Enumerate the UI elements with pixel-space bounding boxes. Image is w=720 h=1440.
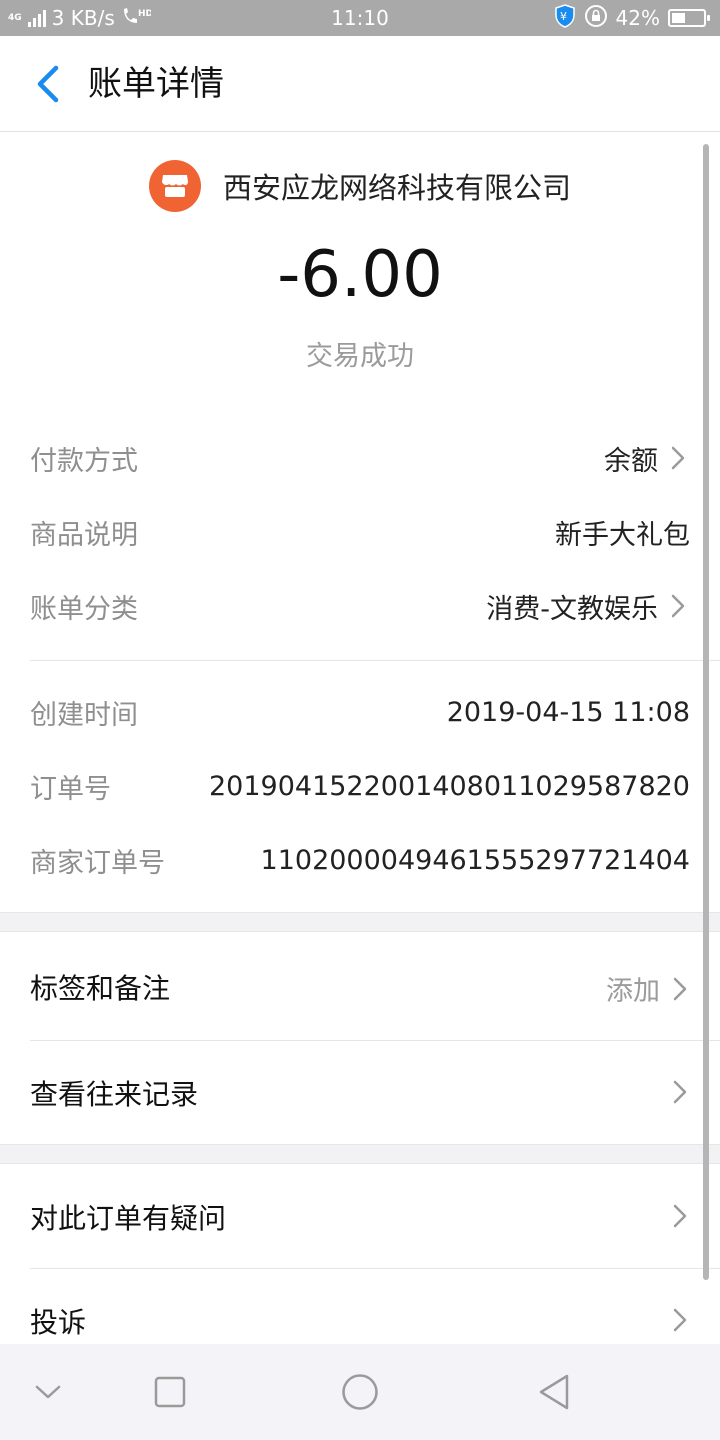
nav-home-button[interactable] xyxy=(338,1370,382,1414)
status-right: ¥ 42% xyxy=(554,0,710,36)
chevron-right-icon xyxy=(673,1308,687,1332)
app-header: 账单详情 xyxy=(0,36,720,132)
recent-apps-icon xyxy=(154,1376,186,1408)
status-bar: 4G 3 KB/s HD 11:10 ¥ 42% xyxy=(0,0,720,36)
trade-status: 交易成功 xyxy=(306,341,414,372)
complaint-label: 投诉 xyxy=(30,1306,87,1339)
section-gap xyxy=(0,912,720,932)
created-time-label: 创建时间 xyxy=(30,699,138,731)
network-speed: 3 KB/s xyxy=(51,6,115,30)
nav-collapse-button[interactable] xyxy=(26,1370,70,1414)
merchant-order-label: 商家订单号 xyxy=(30,847,165,879)
history-label: 查看往来记录 xyxy=(30,1078,199,1111)
history-row[interactable]: 查看往来记录 xyxy=(0,1041,720,1144)
home-icon xyxy=(342,1374,378,1410)
nav-back-button[interactable] xyxy=(532,1370,576,1414)
product-desc-value: 新手大礼包 xyxy=(555,519,690,551)
payment-method-row[interactable]: 付款方式 余额 xyxy=(30,438,690,478)
tags-notes-label: 标签和备注 xyxy=(30,972,171,1005)
order-number-label: 订单号 xyxy=(30,773,111,805)
nav-recents-button[interactable] xyxy=(148,1370,192,1414)
back-button[interactable] xyxy=(22,58,74,110)
page-title: 账单详情 xyxy=(88,64,224,104)
chevron-right-icon xyxy=(673,1080,687,1104)
signal-icon xyxy=(27,9,46,27)
chevron-down-icon xyxy=(35,1385,61,1399)
chevron-right-icon xyxy=(673,977,687,1000)
phone-hd-icon: HD xyxy=(121,6,153,31)
payment-method-value: 余额 xyxy=(604,445,658,477)
shield-yuan-icon: ¥ xyxy=(554,3,576,33)
svg-text:¥: ¥ xyxy=(560,10,567,23)
product-desc-row: 商品说明 新手大礼包 xyxy=(30,512,690,552)
bill-amount: -6.00 xyxy=(277,238,443,312)
scrollbar[interactable] xyxy=(703,144,709,1280)
product-desc-label: 商品说明 xyxy=(30,519,138,551)
chevron-right-icon xyxy=(671,446,685,470)
created-time-value: 2019-04-15 11:08 xyxy=(446,696,690,728)
status-left: 4G 3 KB/s HD xyxy=(8,0,153,36)
chevron-right-icon xyxy=(673,1204,687,1228)
tags-add-value: 添加 xyxy=(606,976,660,1007)
network-type: 4G xyxy=(8,12,22,23)
merchant-info: 西安应龙网络科技有限公司 xyxy=(0,160,720,212)
bill-category-value: 消费-文教娱乐 xyxy=(486,593,658,625)
chevron-left-icon xyxy=(37,65,59,103)
merchant-order-value: 110200004946155529772140​4 xyxy=(260,844,690,876)
svg-text:HD: HD xyxy=(138,9,151,19)
shop-icon xyxy=(148,160,201,212)
tags-notes-row[interactable]: 标签和备注 添加 xyxy=(0,933,720,1040)
battery-level xyxy=(672,13,685,23)
bill-category-label: 账单分类 xyxy=(30,593,138,625)
merchant-order-row: 商家订单号 110200004946155529772140​4 xyxy=(30,840,690,880)
system-nav-bar xyxy=(0,1344,720,1440)
merchant-name: 西安应龙网络科技有限公司 xyxy=(222,171,571,205)
rotation-lock-icon xyxy=(584,4,608,33)
section-gap xyxy=(0,1144,720,1164)
chevron-right-icon xyxy=(671,594,685,618)
battery-icon xyxy=(668,9,710,27)
complaint-row[interactable]: 投诉 xyxy=(0,1269,720,1344)
divider xyxy=(30,660,720,661)
order-question-row[interactable]: 对此订单有疑问 xyxy=(0,1165,720,1268)
payment-method-label: 付款方式 xyxy=(30,445,138,477)
order-number-value: 20190415220014080110295878​20 xyxy=(209,770,690,802)
back-triangle-icon xyxy=(539,1374,569,1410)
battery-percent: 42% xyxy=(615,6,660,30)
order-number-row: 订单号 20190415220014080110295878​20 xyxy=(30,766,690,806)
created-time-row: 创建时间 2019-04-15 11:08 xyxy=(30,692,690,732)
order-question-label: 对此订单有疑问 xyxy=(30,1202,227,1235)
bill-category-row[interactable]: 账单分类 消费-文教娱乐 xyxy=(30,586,690,626)
